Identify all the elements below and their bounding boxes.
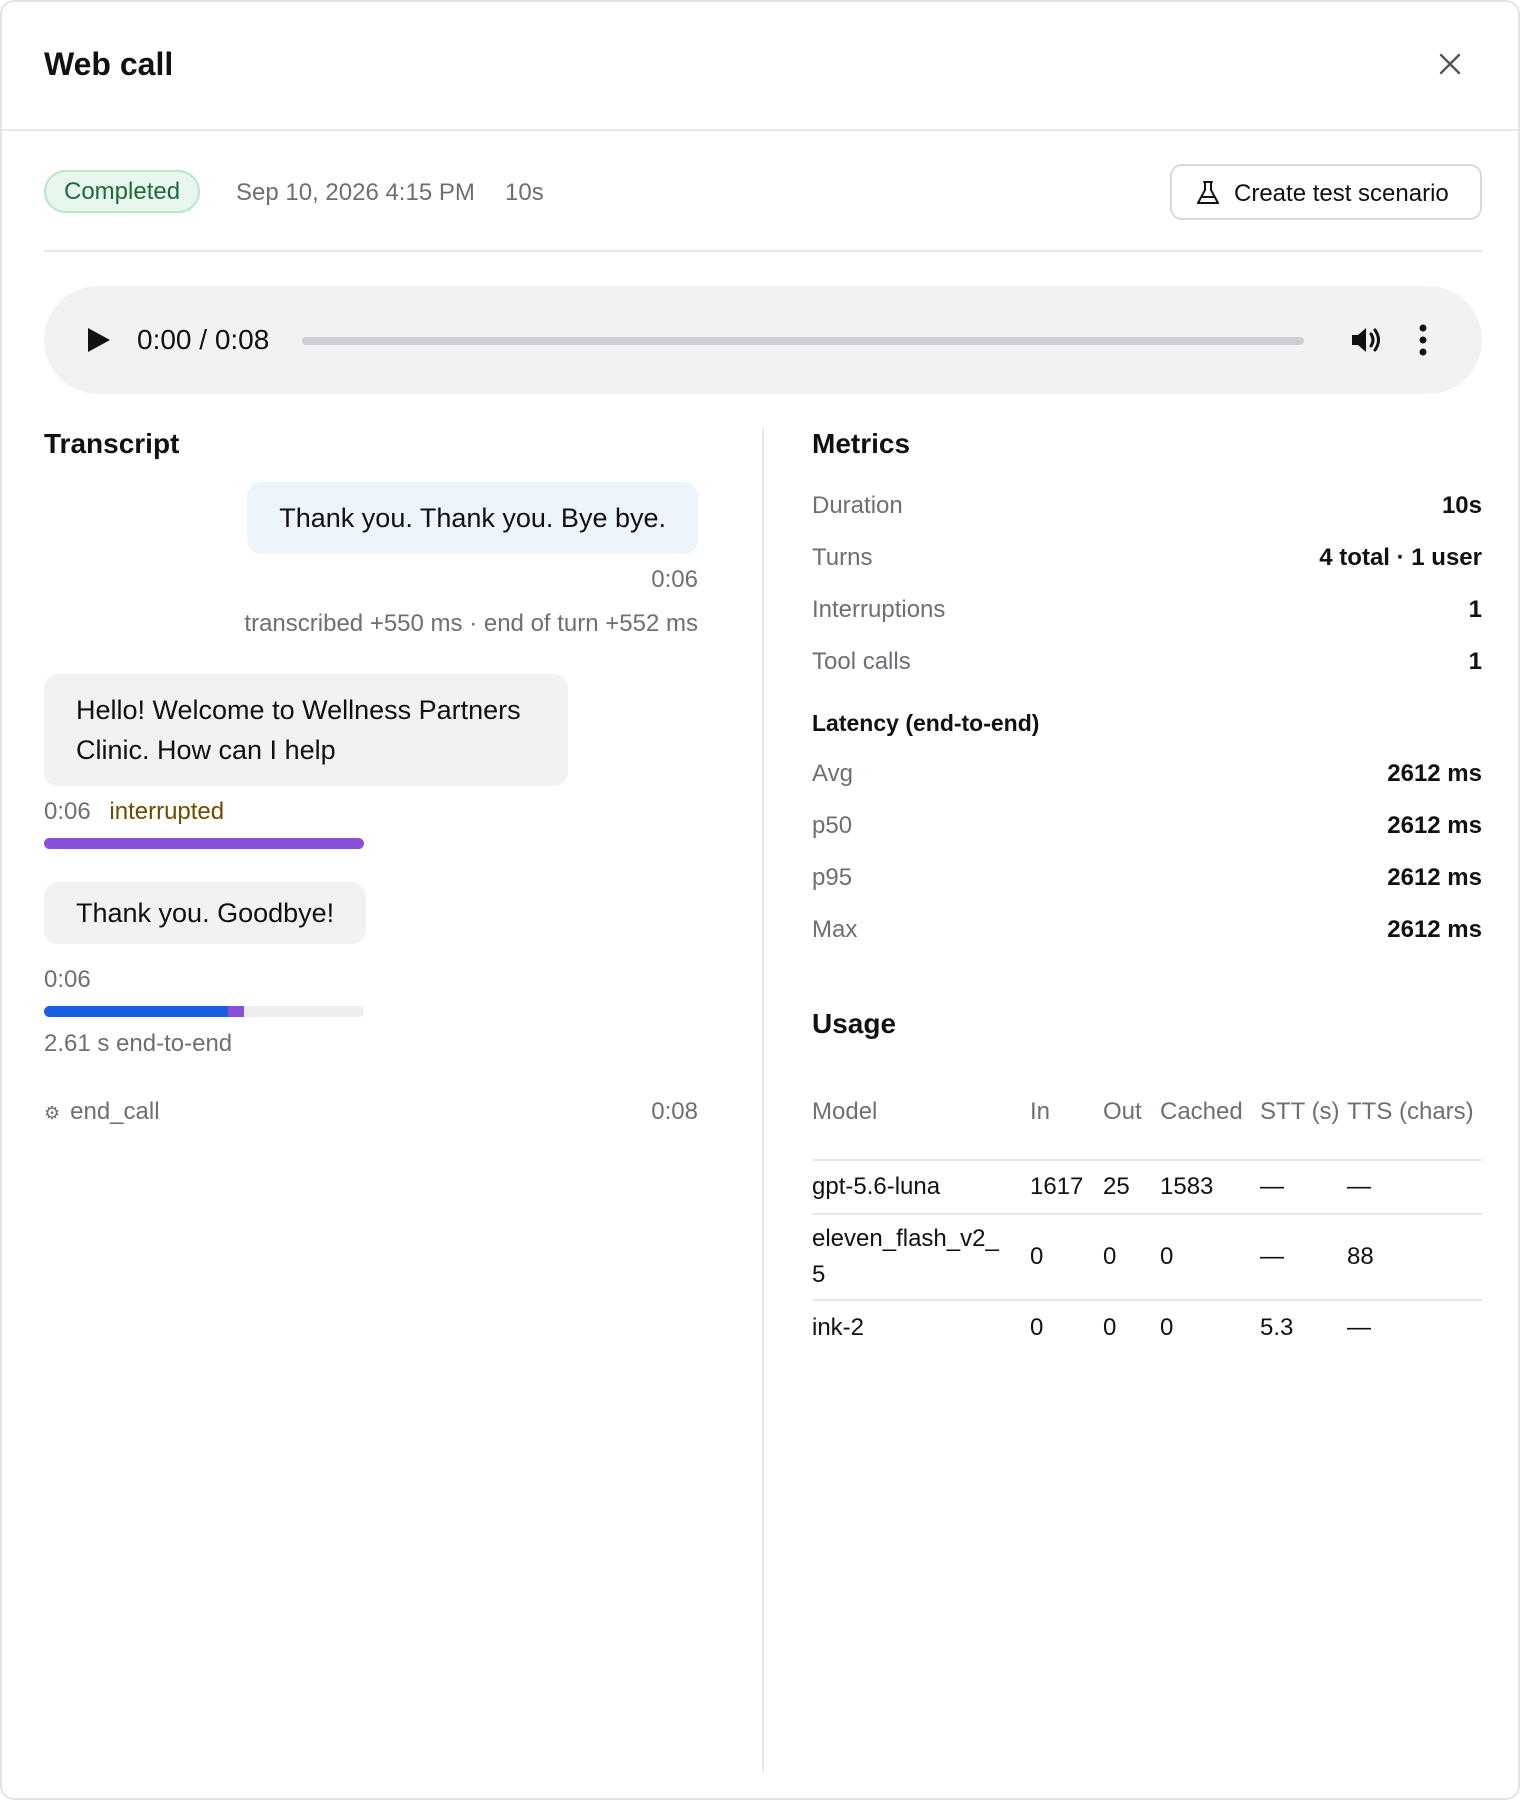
agent-message-bubble: Hello! Welcome to Wellness Partners Clin…	[44, 674, 568, 786]
table-row: eleven_flash_v2_5 0 0 0 — 88	[812, 1214, 1482, 1301]
latency-bar-segment-tts	[228, 1006, 244, 1017]
table-cell: 25	[1103, 1160, 1160, 1215]
metric-value: 4 total · 1 user	[1319, 544, 1482, 571]
create-test-scenario-button[interactable]: Create test scenario	[1170, 164, 1482, 220]
metric-row-turns: Turns 4 total · 1 user	[812, 544, 1482, 580]
table-cell: —	[1347, 1160, 1482, 1215]
table-row: ink-2 0 0 0 5.3 —	[812, 1300, 1482, 1354]
table-cell: 0	[1103, 1214, 1160, 1301]
column-header-tts: TTS (chars)	[1347, 1064, 1482, 1161]
latency-label: p50	[812, 812, 853, 839]
latency-bar	[44, 1006, 364, 1017]
tool-call-time: 0:08	[651, 1098, 698, 1125]
table-cell: 1617	[1030, 1160, 1103, 1215]
table-cell: —	[1260, 1214, 1347, 1301]
web-call-dialog: Web call Completed Sep 10, 2026 4:15 PM …	[0, 0, 1520, 1800]
usage-title: Usage	[812, 1008, 897, 1039]
column-divider	[762, 428, 764, 1772]
table-cell: —	[1260, 1160, 1347, 1215]
latency-value: 2612 ms	[1387, 916, 1482, 943]
latency-value: 2612 ms	[1387, 760, 1482, 787]
metric-row-duration: Duration 10s	[812, 492, 1482, 528]
column-header-out: Out	[1103, 1064, 1160, 1161]
latency-bar-segment-llm	[44, 1006, 228, 1017]
user-message-bubble: Thank you. Thank you. Bye bye.	[247, 482, 698, 554]
table-cell: gpt-5.6-luna	[812, 1160, 1030, 1215]
column-header-cached: Cached	[1160, 1064, 1260, 1161]
table-cell: 0	[1160, 1313, 1174, 1341]
metric-label: Turns	[812, 544, 873, 571]
table-cell: 88	[1347, 1214, 1482, 1301]
call-date: Sep 10, 2026 4:15 PM	[236, 179, 475, 206]
create-test-scenario-label: Create test scenario	[1234, 180, 1449, 207]
transcript-panel: Transcript Thank you. Thank you. Bye bye…	[44, 428, 698, 1728]
close-button[interactable]	[1432, 46, 1468, 82]
user-message-time: 0:06	[651, 566, 698, 593]
playback-progress-track[interactable]	[302, 337, 1304, 345]
metric-row-tool-calls: Tool calls 1	[812, 648, 1482, 684]
interrupted-tag: interrupted	[109, 798, 225, 825]
gear-icon: ⚙	[44, 1103, 61, 1123]
metric-label: Tool calls	[812, 648, 911, 675]
table-cell: ink-2	[812, 1313, 865, 1341]
play-icon[interactable]	[84, 324, 114, 356]
agent-message-time: 0:06 interrupted	[44, 798, 224, 826]
table-cell: 5.3	[1260, 1313, 1294, 1341]
metric-value: 1	[1468, 596, 1482, 623]
table-cell: 1583	[1160, 1160, 1260, 1215]
usage-table: Model In Out Cached STT (s) TTS (chars) …	[812, 1064, 1482, 1354]
column-header-stt: STT (s)	[1260, 1064, 1347, 1161]
latency-label: p95	[812, 864, 853, 891]
latency-label: Avg	[812, 760, 853, 787]
latency-bar	[44, 838, 364, 849]
latency-row-max: Max 2612 ms	[812, 916, 1482, 952]
metric-row-interruptions: Interruptions 1	[812, 596, 1482, 632]
more-options-icon[interactable]	[1416, 322, 1430, 358]
latency-value: 2612 ms	[1387, 812, 1482, 839]
user-message-detail: transcribed +550 ms · end of turn +552 m…	[244, 610, 698, 637]
latency-row-avg: Avg 2612 ms	[812, 760, 1482, 796]
agent-message-bubble: Thank you. Goodbye!	[44, 882, 367, 944]
tool-call-row: ⚙ end_call	[44, 1098, 160, 1126]
table-row: gpt-5.6-luna 1617 25 1583 — —	[812, 1160, 1482, 1215]
metric-value: 10s	[1441, 492, 1482, 519]
table-cell: 0	[1030, 1214, 1103, 1301]
audio-player: 0:00 / 0:08	[44, 286, 1482, 394]
dialog-header: Web call	[2, 2, 1518, 131]
metric-label: Interruptions	[812, 596, 946, 623]
column-header-in: In	[1030, 1064, 1103, 1161]
call-duration: 10s	[505, 179, 544, 206]
close-icon	[1439, 53, 1461, 75]
playback-time: 0:00 / 0:08	[137, 324, 270, 355]
latency-row-p50: p50 2612 ms	[812, 812, 1482, 848]
table-cell: 0	[1103, 1313, 1117, 1341]
latency-value: 2612 ms	[1387, 864, 1482, 891]
metrics-panel: Metrics Duration 10s Turns 4 total · 1 u…	[812, 428, 1482, 1728]
status-badge: Completed	[44, 170, 201, 213]
end-to-end-latency: 2.61 s end-to-end	[44, 1030, 233, 1057]
column-header-model: Model	[812, 1064, 1030, 1161]
table-cell: —	[1347, 1313, 1371, 1341]
latency-heading: Latency (end-to-end)	[812, 710, 1040, 736]
flask-icon	[1197, 181, 1219, 204]
latency-row-p95: p95 2612 ms	[812, 864, 1482, 900]
dialog-title: Web call	[44, 46, 174, 82]
latency-bar-segment-interrupted	[44, 838, 364, 849]
tool-call-name: end_call	[70, 1098, 160, 1125]
agent-message-time: 0:06	[44, 966, 91, 993]
metric-label: Duration	[812, 492, 903, 519]
metric-value: 1	[1468, 648, 1482, 675]
usage-table-header: Model In Out Cached STT (s) TTS (chars)	[812, 1064, 1482, 1161]
agent-message-time-value: 0:06	[44, 798, 91, 825]
table-cell: 0	[1030, 1313, 1044, 1341]
latency-label: Max	[812, 916, 858, 943]
call-status-row: Completed Sep 10, 2026 4:15 PM 10s Creat…	[44, 162, 1482, 252]
volume-icon[interactable]	[1348, 322, 1384, 358]
table-cell: eleven_flash_v2_5	[812, 1214, 1030, 1301]
table-cell: 0	[1160, 1214, 1260, 1301]
metrics-title: Metrics	[812, 428, 911, 459]
transcript-title: Transcript	[44, 428, 180, 459]
